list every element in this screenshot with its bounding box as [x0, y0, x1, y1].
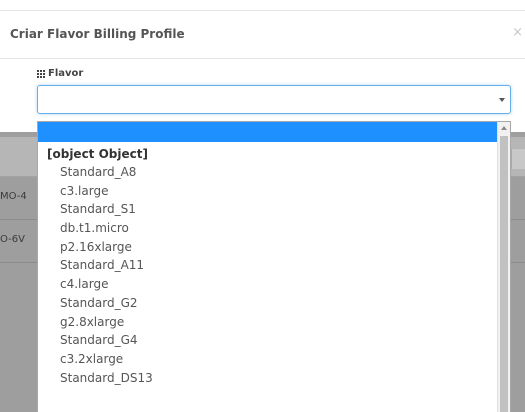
highlighted-option[interactable] [38, 122, 498, 142]
option-standard-g2[interactable]: Standard_G2 [38, 294, 498, 313]
table-row-text: MO-4 [0, 191, 27, 202]
option-standard-a8[interactable]: Standard_A8 [38, 163, 498, 182]
flavor-dropdown-list[interactable]: [object Object] Standard_A8 c3.large Sta… [37, 121, 511, 412]
option-g2-8xlarge[interactable]: g2.8xlarge [38, 313, 498, 332]
option-list: [object Object] Standard_A8 c3.large Sta… [38, 145, 498, 387]
option-c3-large[interactable]: c3.large [38, 182, 498, 201]
background-toolbar-button [511, 149, 525, 169]
option-c3-2xlarge[interactable]: c3.2xlarge [38, 350, 498, 369]
flavor-field-label: Flavor [37, 68, 83, 79]
modal-title: Criar Flavor Billing Profile [10, 27, 185, 41]
option-group-label: [object Object] [47, 147, 148, 161]
scroll-up-icon[interactable] [501, 126, 507, 130]
grid-icon [37, 69, 45, 78]
flavor-label-text: Flavor [48, 68, 84, 79]
modal-header: Criar Flavor Billing Profile × [0, 11, 525, 59]
scrollbar-thumb[interactable] [500, 136, 508, 412]
flavor-select[interactable] [37, 85, 511, 114]
option-standard-a11[interactable]: Standard_A11 [38, 256, 498, 275]
option-standard-ds13[interactable]: Standard_DS13 [38, 369, 498, 388]
option-c4-large[interactable]: c4.large [38, 275, 498, 294]
option-standard-s1[interactable]: Standard_S1 [38, 200, 498, 219]
close-icon[interactable]: × [512, 25, 523, 40]
option-db-t1-micro[interactable]: db.t1.micro [38, 219, 498, 238]
chevron-down-icon [499, 98, 505, 102]
dropdown-scrollbar[interactable] [497, 122, 510, 412]
table-row-text: O-6V [0, 234, 25, 245]
option-standard-g4[interactable]: Standard_G4 [38, 331, 498, 350]
option-p2-16xlarge[interactable]: p2.16xlarge [38, 238, 498, 257]
